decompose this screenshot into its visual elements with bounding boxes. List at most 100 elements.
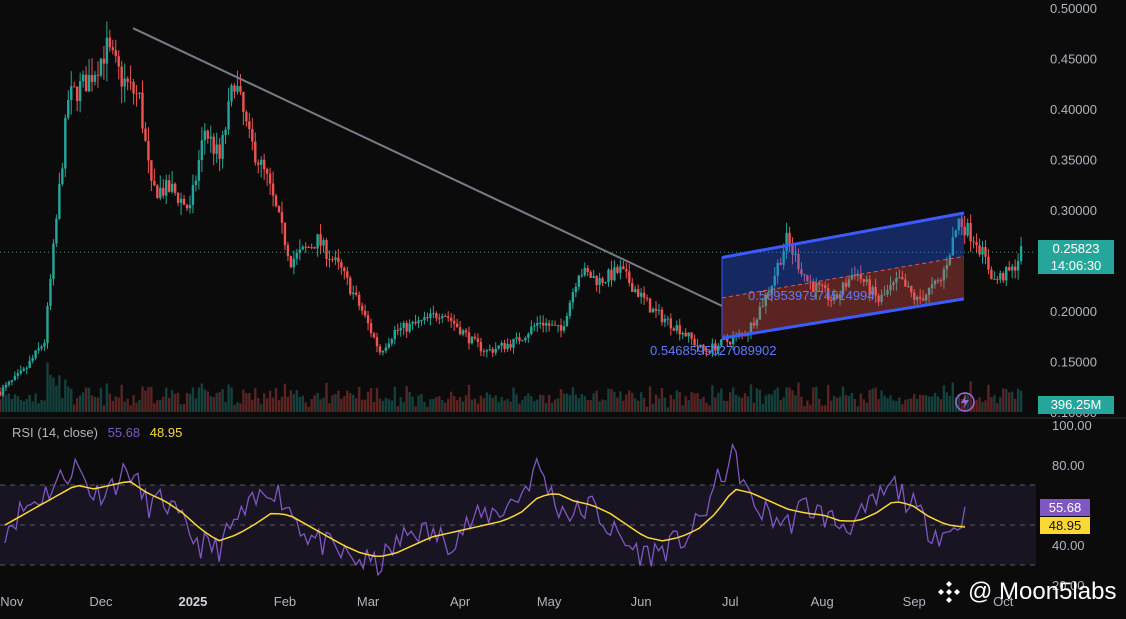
rsi-value: 55.68 [107,425,141,440]
price-axis[interactable]: 0.500000.450000.400000.350000.300000.250… [1050,1,1097,420]
volume-bar [856,406,860,412]
candle-body [580,275,583,277]
volume-bar [788,387,791,412]
candle-body [150,160,153,181]
candle-body [340,262,343,268]
volume-bar [138,399,141,412]
volume-bar [191,387,195,412]
candle-body [408,323,411,332]
volume-bar [910,398,913,412]
volume-bar [179,404,183,412]
candle-body [509,343,512,348]
volume-bar [414,406,417,412]
volume-bar [31,401,34,412]
candle-body [221,135,224,159]
volume-bar [708,405,711,412]
candle-body [574,286,578,293]
volume-bar [601,399,604,412]
volume-bar [734,394,738,412]
volume-bar [1005,389,1008,412]
candle-body [631,282,634,292]
candle-body [102,58,106,64]
volume-bar [307,406,310,412]
volume-bar [619,391,622,412]
candle-body [966,222,969,236]
volume-bar [298,396,301,412]
volume-bar [512,387,515,412]
volume-bar [46,362,49,412]
candle-body [438,317,441,319]
candle-body [601,278,604,283]
candle-body [52,243,55,279]
volume-bar [455,400,459,412]
candle-body [444,316,447,318]
candle-body [185,204,189,209]
volume-bar [639,392,643,412]
volume-bar [642,397,646,412]
volume-bar [262,393,266,412]
candle-body [90,75,94,82]
price-tick-label: 0.50000 [1050,1,1097,16]
candle-body [993,278,996,280]
volume-bar [797,382,800,412]
rsi-ma-value: 48.95 [149,425,183,440]
volume-bar [251,399,254,412]
candle-body [393,330,396,340]
volume-bar [868,390,871,412]
volume-bar [132,395,135,412]
volume-bar [120,384,123,412]
volume-bar [1019,390,1023,412]
candle-body [788,232,791,245]
candle-body [378,346,382,353]
volume-bar [236,402,239,412]
volume-bar [761,403,765,412]
volume-bar [835,397,839,412]
candle-body [230,85,233,102]
volume-bar [536,399,539,412]
candle-body [405,322,408,332]
candle-body [494,348,497,353]
volume-bar [224,401,227,412]
volume-bar [384,397,388,412]
candle-body [147,140,150,161]
volume-bar [417,395,420,412]
current-price-badge: 0.25823 14:06:30 [1038,240,1114,274]
candle-body [170,183,174,192]
candle-body [322,240,325,246]
volume-bar [714,397,717,412]
volume-bar [182,404,186,412]
candle-body [506,343,509,350]
volume-bar [0,399,2,412]
channel-annotation: 0.5695397974514994 [748,288,875,303]
volume-bar [622,400,625,412]
candle-body [58,184,61,219]
volume-bar [99,387,103,412]
candle-body [354,292,358,295]
volume-bar [859,393,863,412]
volume-bar [999,396,1002,412]
volume-bar [16,396,20,412]
candle-body [167,180,171,192]
volume-bar [844,394,848,412]
volume-bar [589,399,592,412]
rsi-legend[interactable]: RSI (14, close) 55.68 48.95 [12,425,188,440]
candle-body [473,336,477,339]
volume-bar [173,393,177,412]
volume-bar [239,403,242,412]
volume-bar [230,387,233,412]
candle-body [19,370,22,374]
volume-bar [631,392,634,412]
volume-bar [681,405,684,412]
candle-body [114,50,117,57]
volume-bar [67,386,70,412]
volume-bar [1008,392,1011,412]
volume-bar [782,397,785,412]
volume-bar [197,387,201,412]
candle-body [156,185,159,198]
candle-body [479,341,483,352]
volume-bar [375,388,379,412]
candle-body [687,332,690,337]
volume-bar [850,392,854,412]
volume-bar [458,396,462,412]
volume-bar [895,400,898,412]
